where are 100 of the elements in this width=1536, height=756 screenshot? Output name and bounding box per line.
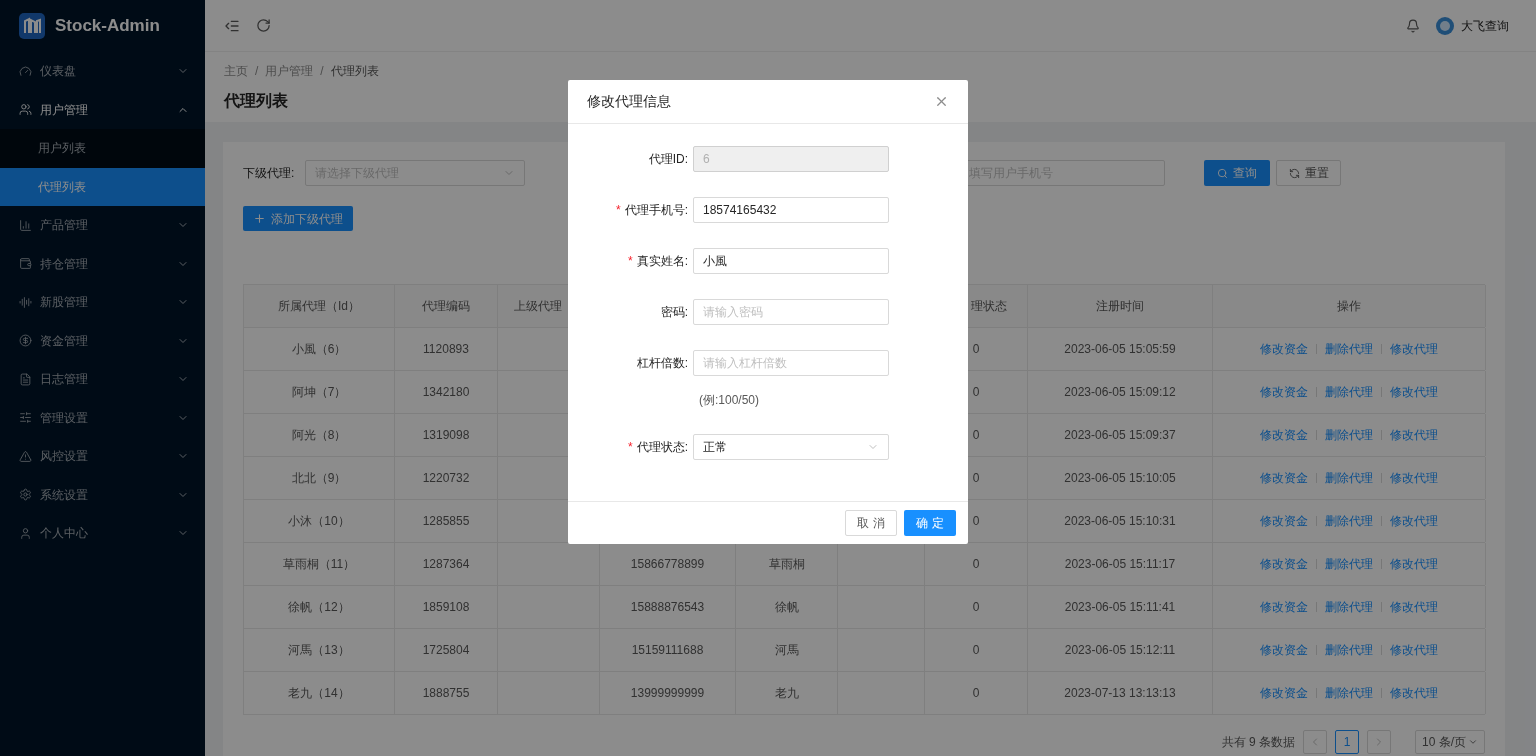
action-link[interactable]: 删除代理 [1325, 512, 1373, 530]
action-link[interactable]: 修改资金 [1260, 340, 1308, 358]
bar-chart-icon [19, 218, 32, 232]
required-mark: * [628, 253, 633, 270]
action-link[interactable]: 删除代理 [1325, 340, 1373, 358]
filter-label: 下级代理: [243, 165, 296, 182]
page-size-select[interactable]: 10 条/页 [1415, 730, 1485, 754]
sidebar-menu-item[interactable]: 日志管理 [0, 360, 205, 399]
user-icon [19, 526, 32, 540]
action-link[interactable]: 删除代理 [1325, 598, 1373, 616]
confirm-button[interactable]: 确 定 [904, 510, 956, 536]
action-link[interactable]: 修改代理 [1390, 469, 1438, 487]
table-cell: 2023-06-05 15:10:05 [1028, 457, 1213, 499]
table-cell: 2023-06-05 15:09:37 [1028, 414, 1213, 456]
table-cell: 2023-06-05 15:10:31 [1028, 500, 1213, 542]
input-field[interactable]: 请输入密码 [693, 299, 889, 325]
table-cell: 小沐（10） [244, 500, 395, 542]
table-cell: 2023-06-05 15:05:59 [1028, 328, 1213, 370]
chevron-down-icon [1468, 737, 1478, 747]
breadcrumb-item[interactable]: 用户管理 [265, 62, 314, 80]
table-cell: 2023-06-05 15:12:11 [1028, 629, 1213, 671]
action-link[interactable]: 删除代理 [1325, 641, 1373, 659]
action-link[interactable]: 修改代理 [1390, 383, 1438, 401]
column-header: 注册时间 [1028, 285, 1213, 327]
submenu-item[interactable]: 用户列表 [0, 129, 205, 168]
table-cell: 13999999999 [600, 672, 736, 714]
reset-button[interactable]: 重置 [1276, 160, 1341, 186]
action-link[interactable]: 修改代理 [1390, 555, 1438, 573]
reload-icon[interactable] [256, 18, 271, 33]
breadcrumb-separator: / [320, 63, 324, 80]
dollar-icon [19, 334, 32, 348]
action-link[interactable]: 删除代理 [1325, 555, 1373, 573]
table-cell: 2023-06-05 15:11:41 [1028, 586, 1213, 628]
action-link[interactable]: 修改资金 [1260, 469, 1308, 487]
action-link[interactable]: 修改代理 [1390, 512, 1438, 530]
action-link[interactable]: 删除代理 [1325, 426, 1373, 444]
table-cell: 1888755 [395, 672, 498, 714]
sidebar-menu-item[interactable]: 持仓管理 [0, 244, 205, 283]
column-header: 所属代理（Id） [244, 285, 395, 327]
sidebar-menu-item[interactable]: 仪表盘 [0, 52, 205, 91]
action-link[interactable]: 修改资金 [1260, 641, 1308, 659]
page-title: 代理列表 [224, 91, 288, 111]
table-cell: 1120893 [395, 328, 498, 370]
sidebar-menu-item[interactable]: 产品管理 [0, 206, 205, 245]
action-link[interactable]: 修改资金 [1260, 555, 1308, 573]
action-link[interactable]: 删除代理 [1325, 469, 1373, 487]
table-cell: 0 [925, 629, 1028, 671]
table-cell: 阿坤（7） [244, 371, 395, 413]
table-cell: 北北（9） [244, 457, 395, 499]
action-link[interactable]: 修改资金 [1260, 598, 1308, 616]
notification-icon[interactable] [1406, 18, 1420, 33]
breadcrumb-separator: / [255, 63, 259, 80]
sidebar-menu-item[interactable]: 系统设置 [0, 475, 205, 514]
action-link[interactable]: 修改代理 [1390, 426, 1438, 444]
action-link[interactable]: 修改代理 [1390, 340, 1438, 358]
table-cell: 15159111688 [600, 629, 736, 671]
action-link[interactable]: 修改代理 [1390, 684, 1438, 702]
action-link[interactable]: 删除代理 [1325, 383, 1373, 401]
field-label: 密码: [660, 304, 688, 321]
cancel-button[interactable]: 取 消 [845, 510, 897, 536]
action-link[interactable]: 修改资金 [1260, 512, 1308, 530]
field-label: 代理状态: [636, 439, 688, 456]
table-cell: 老九 [736, 672, 838, 714]
username[interactable]: 大飞查询 [1461, 16, 1509, 35]
action-link[interactable]: 修改资金 [1260, 383, 1308, 401]
required-mark: * [616, 202, 621, 219]
add-agent-button[interactable]: 添加下级代理 [243, 206, 353, 231]
action-link[interactable]: 修改代理 [1390, 598, 1438, 616]
table-cell: 河馬 [736, 629, 838, 671]
field-label: 代理ID: [648, 151, 688, 168]
close-button[interactable] [934, 94, 949, 109]
avatar-icon[interactable] [1436, 16, 1454, 35]
sidebar-menu-item[interactable]: 新股管理 [0, 283, 205, 322]
action-link[interactable]: 修改代理 [1390, 641, 1438, 659]
search-button[interactable]: 查询 [1204, 160, 1270, 186]
input-field[interactable]: 请输入杠杆倍数 [693, 350, 889, 376]
submenu-item[interactable]: 代理列表 [0, 167, 205, 206]
sidebar-menu-item[interactable]: 个人中心 [0, 514, 205, 553]
sidebar-menu-item[interactable]: 风控设置 [0, 437, 205, 476]
input-field[interactable]: 小風 [693, 248, 889, 274]
sidebar-menu-item[interactable]: 管理设置 [0, 398, 205, 437]
sliders-icon [19, 411, 32, 425]
action-link[interactable]: 修改资金 [1260, 684, 1308, 702]
status-select[interactable]: 正常 [693, 434, 889, 460]
action-link[interactable]: 删除代理 [1325, 684, 1373, 702]
page-button[interactable]: 1 [1335, 730, 1359, 754]
sidebar-menu-item[interactable]: 用户管理 [0, 90, 205, 129]
column-header: 代理编码 [395, 285, 498, 327]
table-cell: 1287364 [395, 543, 498, 585]
table-cell: 河馬（13） [244, 629, 395, 671]
table-cell: 15888876543 [600, 586, 736, 628]
warning-icon [19, 449, 32, 463]
action-link[interactable]: 修改资金 [1260, 426, 1308, 444]
sidebar-menu-item[interactable]: 资金管理 [0, 321, 205, 360]
table-cell: 1319098 [395, 414, 498, 456]
table-cell: 2023-06-05 15:09:12 [1028, 371, 1213, 413]
document-icon [19, 372, 32, 386]
input-field[interactable]: 18574165432 [693, 197, 889, 223]
breadcrumb-item: 代理列表 [330, 63, 379, 80]
search-icon [1217, 167, 1228, 179]
